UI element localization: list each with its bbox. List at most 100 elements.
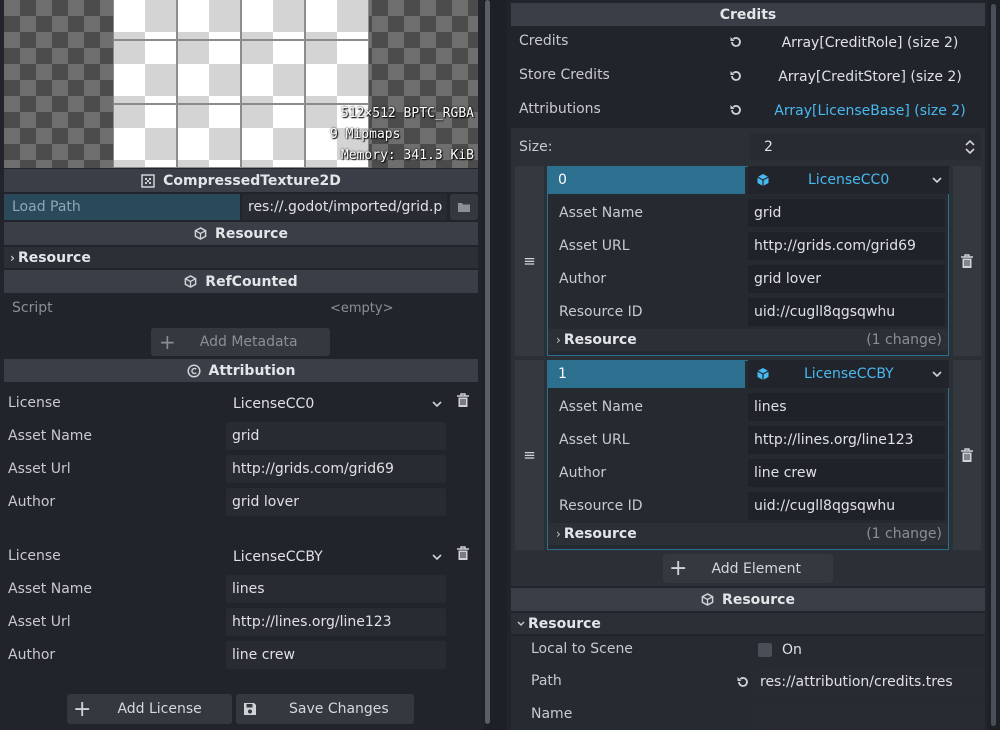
save-changes-button[interactable]: Save Changes [236,694,414,724]
attribution-header: Attribution [4,359,478,382]
drag-handle[interactable]: ≡ [515,360,544,550]
element-index-field[interactable]: 1 [547,360,745,388]
license-label: License [8,395,61,411]
load-path-field[interactable]: res://.godot/imported/grid.p [242,194,447,220]
drag-handle-icon: ≡ [523,446,536,464]
texture-icon [141,173,155,188]
revert-store-credits-icon[interactable] [729,69,743,83]
add-metadata-button[interactable]: + Add Metadata [151,328,330,356]
resource-section-toggle[interactable]: › Resource [4,247,478,268]
asset-url-field[interactable]: http://lines.org/line123 [226,608,446,636]
path-field[interactable]: res://attribution/credits.tres [754,668,985,695]
cube-icon [194,227,207,240]
credits-header: Credits [511,3,985,26]
resource-id-field[interactable]: uid://cugll8qgsqwhu [748,492,945,520]
plus-icon: + [669,556,688,581]
left-scrollbar[interactable] [484,0,492,730]
right-panel: Credits Credits Array[CreditRole] (size … [507,0,1000,730]
folder-button[interactable] [450,194,478,220]
drag-handle-icon: ≡ [523,252,536,270]
size-label: Size: [519,139,553,155]
script-value[interactable]: <empty> [330,301,394,316]
asset-name-field[interactable]: lines [226,575,446,603]
texture-preview: 512×512 BPTC_RGBA 9 Mipmaps Memory: 341.… [4,0,478,168]
local-to-scene-label: Local to Scene [531,641,633,657]
delete-license-button[interactable] [456,546,472,562]
drag-handle[interactable]: ≡ [515,166,544,356]
asset-url-field[interactable]: http://lines.org/line123 [748,426,945,454]
license-select[interactable]: LicenseCCBY [226,543,446,570]
load-path-label: Load Path [4,194,240,220]
spin-arrows-icon[interactable] [965,139,975,154]
author-label: Author [8,494,56,510]
element-type-select[interactable]: LicenseCC0 [748,166,949,194]
revert-path-icon[interactable] [736,675,750,689]
grid-image [113,0,369,168]
right-scrollbar-thumb[interactable] [991,4,996,726]
left-scrollbar-thumb[interactable] [485,0,490,724]
chevron-down-icon [517,621,525,627]
author-label: Author [8,647,56,663]
cube-icon [756,173,770,187]
asset-url-field[interactable]: http://grids.com/grid69 [748,232,945,260]
author-label: Author [559,271,607,287]
add-license-button[interactable]: + Add License [67,694,232,724]
texture-memory-label: Memory: 341.3 KiB [340,148,474,163]
delete-license-button[interactable] [456,393,472,409]
asset-url-field[interactable]: http://grids.com/grid69 [226,455,446,483]
delete-element-button[interactable] [953,360,981,550]
resource-id-field[interactable]: uid://cugll8qgsqwhu [748,298,945,326]
asset-url-label: Asset URL [559,238,630,254]
local-to-scene-checkbox[interactable]: On [758,642,802,658]
texture-header: CompressedTexture2D [4,169,478,192]
resource-id-label: Resource ID [559,498,643,514]
store-credits-label: Store Credits [519,67,610,83]
author-field[interactable]: line crew [748,459,945,487]
path-label: Path [531,673,562,689]
credits-array-button[interactable]: Array[CreditRole] (size 2) [755,29,985,56]
asset-name-field[interactable]: lines [748,393,945,421]
plus-icon: + [159,330,176,354]
trash-icon [456,393,470,408]
delete-element-button[interactable] [953,166,981,356]
asset-name-field[interactable]: grid [748,199,945,227]
texture-mipmaps-label: 9 Mipmaps [330,127,401,142]
author-field[interactable]: line crew [226,641,446,669]
credits-label: Credits [519,33,569,49]
save-icon [243,702,257,716]
add-element-button[interactable]: + Add Element [663,554,833,583]
size-spinbox[interactable]: 2 [750,133,981,160]
element-type-select[interactable]: LicenseCCBY [748,360,949,388]
asset-name-label: Asset Name [559,205,644,221]
author-field[interactable]: grid lover [226,488,446,516]
revert-attributions-icon[interactable] [729,103,743,117]
trash-icon [960,253,974,269]
attributions-array-button[interactable]: Array[LicenseBase] (size 2) [755,97,985,124]
asset-url-label: Asset URL [559,432,630,448]
resource-section-toggle[interactable]: Resource [511,613,985,634]
cube-icon [184,275,197,288]
name-field[interactable] [754,701,985,730]
resource-subsection-toggle[interactable]: › Resource (1 change) [548,329,948,351]
name-label: Name [531,706,573,722]
resource-header: Resource [511,588,985,611]
asset-name-label: Asset Name [559,399,644,415]
revert-credits-icon[interactable] [729,35,743,49]
store-credits-array-button[interactable]: Array[CreditStore] (size 2) [755,63,985,90]
resource-header: Resource [4,222,478,245]
checkbox-icon [758,643,772,657]
asset-url-label: Asset Url [8,461,71,477]
trash-icon [960,447,974,463]
element-index-field[interactable]: 0 [547,166,745,194]
chevron-right-icon: › [556,333,561,347]
texture-size-label: 512×512 BPTC_RGBA [340,106,474,121]
resource-subsection-toggle[interactable]: › Resource (1 change) [548,523,948,545]
chevron-down-icon [932,177,942,183]
license-select[interactable]: LicenseCC0 [226,390,446,417]
asset-name-label: Asset Name [8,581,93,597]
asset-url-label: Asset Url [8,614,71,630]
author-field[interactable]: grid lover [748,265,945,293]
asset-name-field[interactable]: grid [226,422,446,450]
script-label: Script [12,300,53,316]
right-scrollbar[interactable] [988,0,1000,730]
